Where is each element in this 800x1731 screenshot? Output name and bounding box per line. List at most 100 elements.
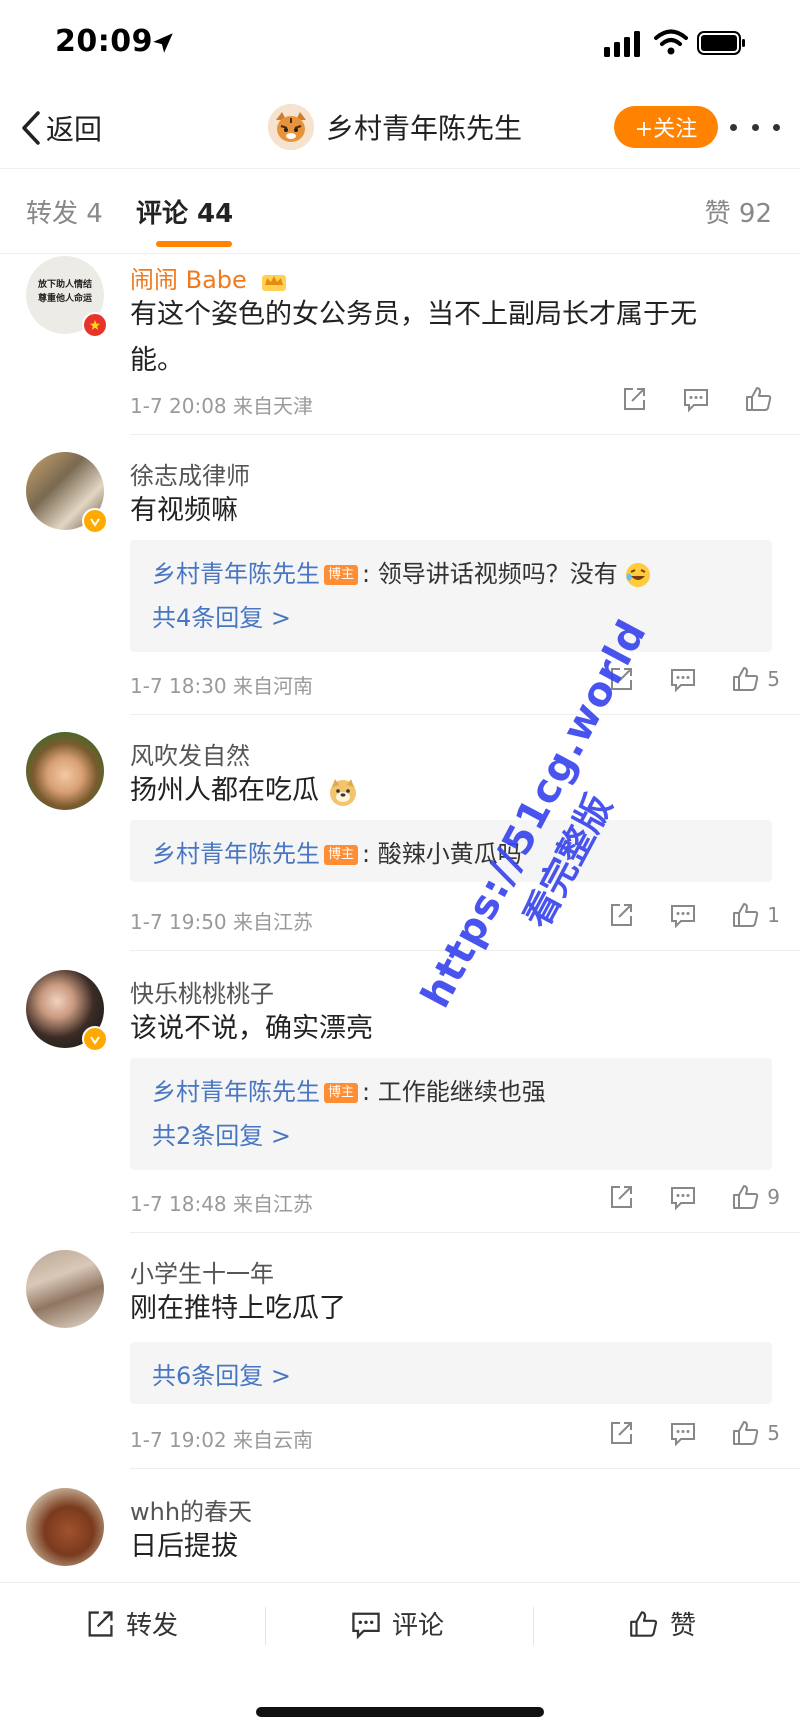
share-button[interactable]	[620, 385, 648, 413]
like-count: 5	[767, 667, 780, 691]
author-name[interactable]: whh的春天	[130, 1492, 252, 1527]
back-button[interactable]: 返回	[20, 108, 102, 148]
thumbs-up-icon	[733, 1421, 759, 1445]
more-dot-icon	[751, 123, 759, 131]
more-button[interactable]	[730, 110, 780, 144]
tiger-avatar-icon	[268, 104, 314, 150]
reply-preview[interactable]: 乡村青年陈先生 博主: 酸辣小黄瓜吗	[130, 820, 772, 882]
comment-icon	[671, 905, 696, 929]
reply-author[interactable]: 乡村青年陈先生	[152, 560, 320, 588]
comment-text: 有这个姿色的女公务员，当不上副局长才属于无 能。	[130, 292, 770, 384]
view-replies-link[interactable]: 共2条回复 >	[152, 1116, 291, 1151]
doge-emoji-icon	[329, 778, 356, 806]
reply-button[interactable]	[669, 665, 697, 693]
reply-button[interactable]	[669, 901, 697, 929]
view-replies-link[interactable]: 共6条回复 >	[152, 1356, 291, 1391]
repost-button[interactable]: 转发	[84, 1605, 178, 1642]
thumbs-up-icon	[733, 1185, 759, 1209]
comment-author[interactable]: 闹闹 Babe	[130, 260, 288, 295]
author-name: 闹闹 Babe	[130, 266, 247, 294]
comment-text: 刚在推特上吃瓜了	[130, 1293, 346, 1324]
view-replies-link[interactable]: 共4条回复 >	[152, 598, 291, 633]
profile-avatar[interactable]	[268, 104, 314, 150]
comment-text-line: 有这个姿色的女公务员，当不上副局长才属于无	[130, 299, 697, 330]
comment-label: 评论	[392, 1611, 445, 1641]
avatar-text-line: 放下助人情结	[37, 280, 92, 290]
comment-icon	[684, 389, 708, 413]
verified-badge-icon	[82, 312, 108, 338]
share-icon	[611, 1186, 633, 1208]
author-name[interactable]: 快乐桃桃桃子	[130, 974, 274, 1009]
avatar-text-line: 尊重他人命运	[37, 294, 92, 304]
comment-actions: 9	[573, 1182, 780, 1212]
like-button[interactable]: 1	[731, 900, 780, 930]
status-time: 20:09	[55, 24, 153, 59]
share-button[interactable]	[607, 1419, 635, 1447]
more-dot-icon	[730, 123, 737, 131]
home-indicator[interactable]	[256, 1707, 544, 1717]
comment-text: 扬州人都在吃瓜	[130, 768, 770, 814]
reply-author[interactable]: 乡村青年陈先生	[152, 1078, 320, 1106]
follow-button[interactable]: +关注	[614, 106, 718, 148]
chevron-left-icon	[22, 111, 40, 145]
reply-author[interactable]: 乡村青年陈先生	[152, 840, 320, 868]
comment-icon	[671, 669, 696, 693]
comment-actions: 5	[573, 1418, 780, 1448]
comment-icon	[671, 1187, 696, 1211]
comment-text: 日后提拔	[130, 1531, 238, 1562]
reply-preview[interactable]: 共6条回复 >	[130, 1342, 772, 1404]
share-icon	[624, 388, 645, 410]
battery-icon	[697, 31, 745, 55]
like-button[interactable]: 赞	[628, 1605, 696, 1642]
nav-profile[interactable]: 乡村青年陈先生	[268, 104, 522, 150]
divider	[130, 1232, 800, 1233]
tab-comment[interactable]: 评论 44	[136, 193, 233, 230]
comment-text-line: 能。	[130, 345, 184, 376]
comment-actions	[586, 384, 780, 414]
reply-button[interactable]	[669, 1419, 697, 1447]
host-badge: 博主	[324, 565, 359, 585]
avatar[interactable]	[26, 1250, 104, 1328]
location-arrow-icon	[153, 33, 173, 53]
reply-preview[interactable]: 乡村青年陈先生 博主: 领导讲话视频吗？没有 共4条回复 >	[130, 540, 772, 652]
comment-icon	[352, 1612, 380, 1639]
laughing-emoji-icon	[626, 563, 651, 587]
like-button[interactable]: 9	[731, 1182, 780, 1212]
avatar[interactable]	[26, 1488, 104, 1566]
verified-badge-icon	[82, 508, 108, 534]
like-button[interactable]: 5	[731, 1418, 780, 1448]
reply-line: 乡村青年陈先生 博主: 工作能继续也强	[152, 1072, 546, 1107]
like-button[interactable]: 5	[731, 664, 780, 694]
divider	[130, 434, 800, 435]
host-badge: 博主	[324, 845, 359, 865]
tab-like[interactable]: 赞 92	[705, 193, 772, 230]
share-button[interactable]	[607, 901, 635, 929]
divider	[265, 1607, 266, 1645]
reply-button[interactable]	[682, 385, 710, 413]
author-name[interactable]: 风吹发自然	[130, 736, 250, 771]
more-dot-icon	[773, 123, 780, 131]
like-count: 1	[767, 903, 780, 927]
avatar[interactable]	[26, 732, 104, 810]
comment-meta: 1-7 18:30 来自河南	[130, 674, 314, 698]
verified-badge-icon	[82, 1026, 108, 1052]
reply-button[interactable]	[669, 1183, 697, 1211]
share-button[interactable]	[607, 1183, 635, 1211]
comment-icon	[671, 1423, 696, 1447]
like-label: 赞	[670, 1611, 697, 1641]
host-badge: 博主	[324, 1083, 359, 1103]
tab-repost[interactable]: 转发 4	[26, 193, 103, 230]
reply-preview[interactable]: 乡村青年陈先生 博主: 工作能继续也强 共2条回复 >	[130, 1058, 772, 1170]
like-button[interactable]	[744, 384, 780, 414]
page-title: 乡村青年陈先生	[326, 112, 523, 145]
author-name[interactable]: 徐志成律师	[130, 456, 250, 491]
like-count: 9	[767, 1185, 780, 1209]
tab-bar: 转发 4 评论 44 赞 92	[0, 168, 800, 254]
reply-text: : 工作能继续也强	[362, 1078, 546, 1106]
comment-meta: 1-7 19:02 来自云南	[130, 1428, 314, 1452]
comment-meta: 1-7 19:50 来自江苏	[130, 910, 314, 934]
comment-text: 有视频嘛	[130, 495, 238, 526]
author-name[interactable]: 小学生十一年	[130, 1254, 274, 1289]
divider	[130, 714, 800, 715]
comment-button[interactable]: 评论	[350, 1605, 444, 1642]
